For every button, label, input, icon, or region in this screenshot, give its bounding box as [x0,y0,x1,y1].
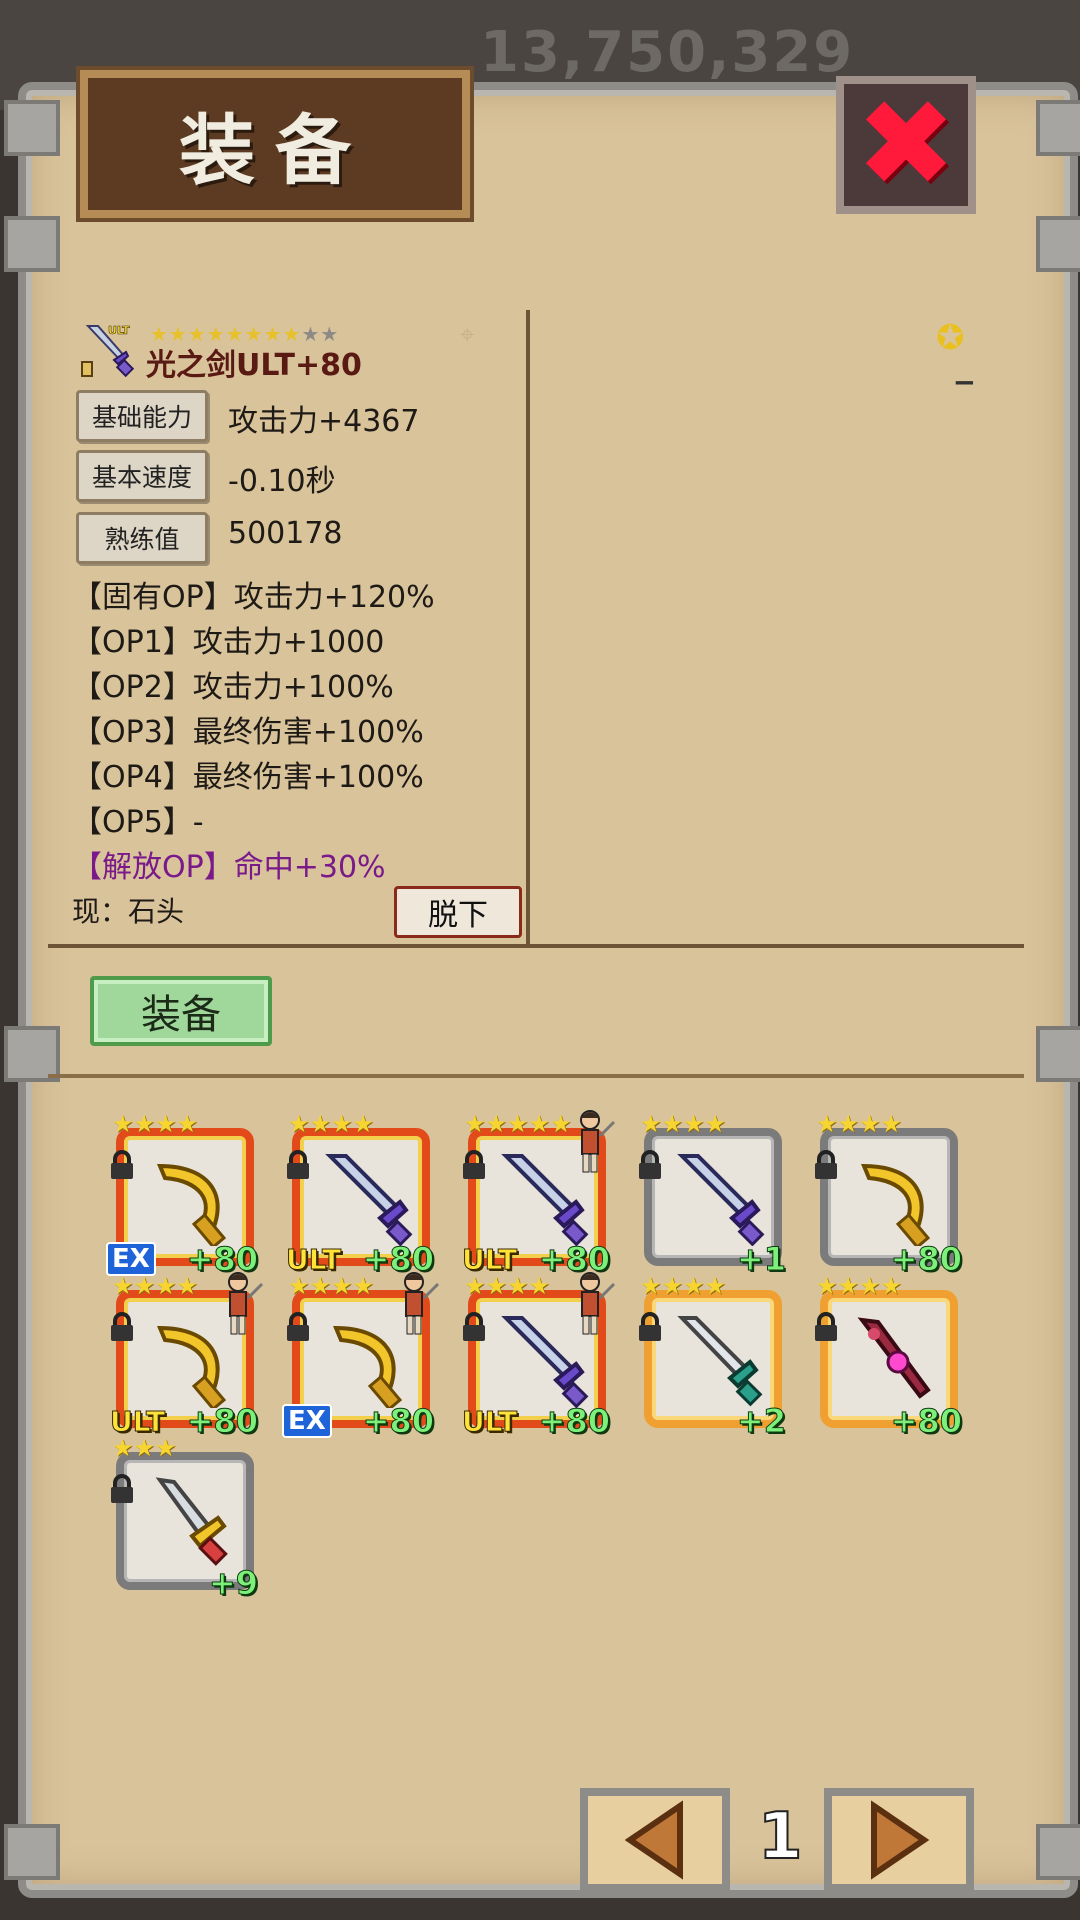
enhance-level: +80 [890,1402,962,1441]
lock-icon[interactable] [284,1150,312,1180]
stat-label-base-ability: 基础能力 [76,390,208,442]
dialog-title-plate: 装备 [80,70,470,218]
lock-icon[interactable] [108,1150,136,1180]
lock-icon[interactable] [460,1150,488,1180]
enhance-level: +2 [736,1402,786,1441]
dialog-title: 装备 [179,106,371,195]
frame-corner [1036,1824,1080,1880]
slot-star-rating: ★★★★ [288,1272,375,1300]
enhance-level: +80 [362,1402,434,1441]
lock-icon[interactable] [812,1150,840,1180]
inventory-slot[interactable]: ★★★★ +80 [815,1110,963,1279]
lock-icon[interactable] [636,1312,664,1342]
op-line-op3: 【OP3】最终伤害+100% [72,715,424,750]
panel-divider-horizontal [48,944,1024,948]
bonus-star-icon: ✪ [936,318,965,358]
op-line-release: 【解放OP】命中+30% [72,850,386,885]
background-score: 13,750,329 [480,20,855,85]
next-page-button[interactable] [824,1788,974,1892]
unequip-button[interactable]: 脱下 [394,886,522,938]
inventory-slot[interactable]: ★★★★ ULT +80 [461,1272,616,1441]
arrow-left-icon [624,1800,683,1880]
slot-star-rating: ★★★ [112,1434,177,1462]
stat-value-base-speed: -0.10秒 [228,464,336,499]
inventory-slot[interactable]: ★★★★ +1 [639,1110,787,1279]
lock-icon[interactable] [460,1312,488,1342]
slot-star-rating: ★★★★ [816,1110,903,1138]
lock-icon[interactable] [108,1312,136,1342]
golden-scythe-icon [140,1146,240,1250]
close-icon: ✖ [855,75,957,214]
stat-label-proficiency: 熟练值 [76,512,208,564]
light-sword-icon [668,1146,768,1247]
stat-value-proficiency: 500178 [228,516,343,551]
equipped-character-icon [218,1268,264,1338]
op-line-innate: 【固有OP】攻击力+120% [72,580,435,615]
golden-scythe-icon [844,1146,944,1250]
frame-corner [1036,1026,1080,1082]
equipped-character-icon [394,1268,440,1338]
close-button[interactable]: ✖ [836,76,976,214]
slot-star-rating: ★★★★ [640,1110,727,1138]
slot-star-rating: ★★★★ [816,1272,903,1300]
arrow-right-icon [871,1800,930,1880]
grade-badge: ULT [461,1405,518,1439]
item-ult-badge: ULT [108,324,130,337]
grade-badge: EX [282,1404,332,1438]
frame-corner [4,1824,60,1880]
page-number: 1 [757,1799,804,1875]
op-line-op5: 【OP5】- [72,805,204,840]
slot-star-rating: ★★★★★ [464,1110,572,1138]
inventory-slot[interactable]: ★★★★ EX +80 [282,1272,440,1441]
enhance-level: +80 [186,1402,258,1441]
slot-star-rating: ★★★★ [288,1110,375,1138]
prev-page-button[interactable] [580,1788,730,1892]
frame-corner [1036,216,1080,272]
inventory-slot[interactable]: ★★★★ EX +80 [106,1110,259,1279]
lock-icon[interactable] [636,1150,664,1180]
gold-hilt-sword-icon [140,1470,240,1570]
panel-divider-vertical [526,310,530,946]
op-line-op1: 【OP1】攻击力+1000 [72,625,385,660]
inventory-slot[interactable]: ★★★★ +2 [639,1272,787,1441]
stat-label-base-speed: 基本速度 [76,450,208,502]
lock-icon[interactable] [812,1312,840,1342]
crimson-staff-icon [844,1308,944,1408]
inventory-slot[interactable]: ★★★★ +80 [815,1272,963,1441]
crosshair-icon[interactable]: ⌖ [460,320,475,351]
lock-icon[interactable] [284,1312,312,1342]
op-line-op4: 【OP4】最终伤害+100% [72,760,424,795]
enhance-level: +1 [736,1240,786,1279]
slot-star-rating: ★★★★ [112,1272,199,1300]
item-name: 光之剑ULT+80 [146,348,362,383]
light-sword-icon: ULT [81,324,134,378]
enhance-level: +9 [208,1564,258,1603]
op-line-op2: 【OP2】攻击力+100% [72,670,394,705]
inventory-slot[interactable]: ★★★★ ULT +80 [285,1110,434,1279]
inventory-slot[interactable]: ★★★★ ULT +80 [109,1272,264,1441]
slot-star-rating: ★★★★ [464,1272,551,1300]
equipped-character-icon [570,1106,616,1176]
slot-star-rating: ★★★★ [640,1272,727,1300]
inventory-divider [48,1074,1024,1078]
lock-icon[interactable] [108,1474,136,1504]
light-sword-icon [316,1146,416,1247]
current-equip-label: 现：石头 [72,895,185,928]
inventory-slot[interactable]: ★★★★★ ULT +80 [461,1110,616,1279]
slot-star-rating: ★★★★ [112,1110,199,1138]
stat-value-base-ability: 攻击力+4367 [228,404,420,439]
frame-corner [4,100,60,156]
inventory-slot[interactable]: ★★★ +9 [111,1434,259,1603]
grade-badge: EX [106,1242,156,1276]
right-panel-dash: ▁ [956,360,973,385]
steel-sword-icon [668,1308,768,1408]
enhance-level: +80 [538,1402,610,1441]
equipped-character-icon [570,1268,616,1338]
equip-button[interactable]: 装备 [90,976,272,1046]
frame-corner [4,216,60,272]
frame-corner [1036,100,1080,156]
